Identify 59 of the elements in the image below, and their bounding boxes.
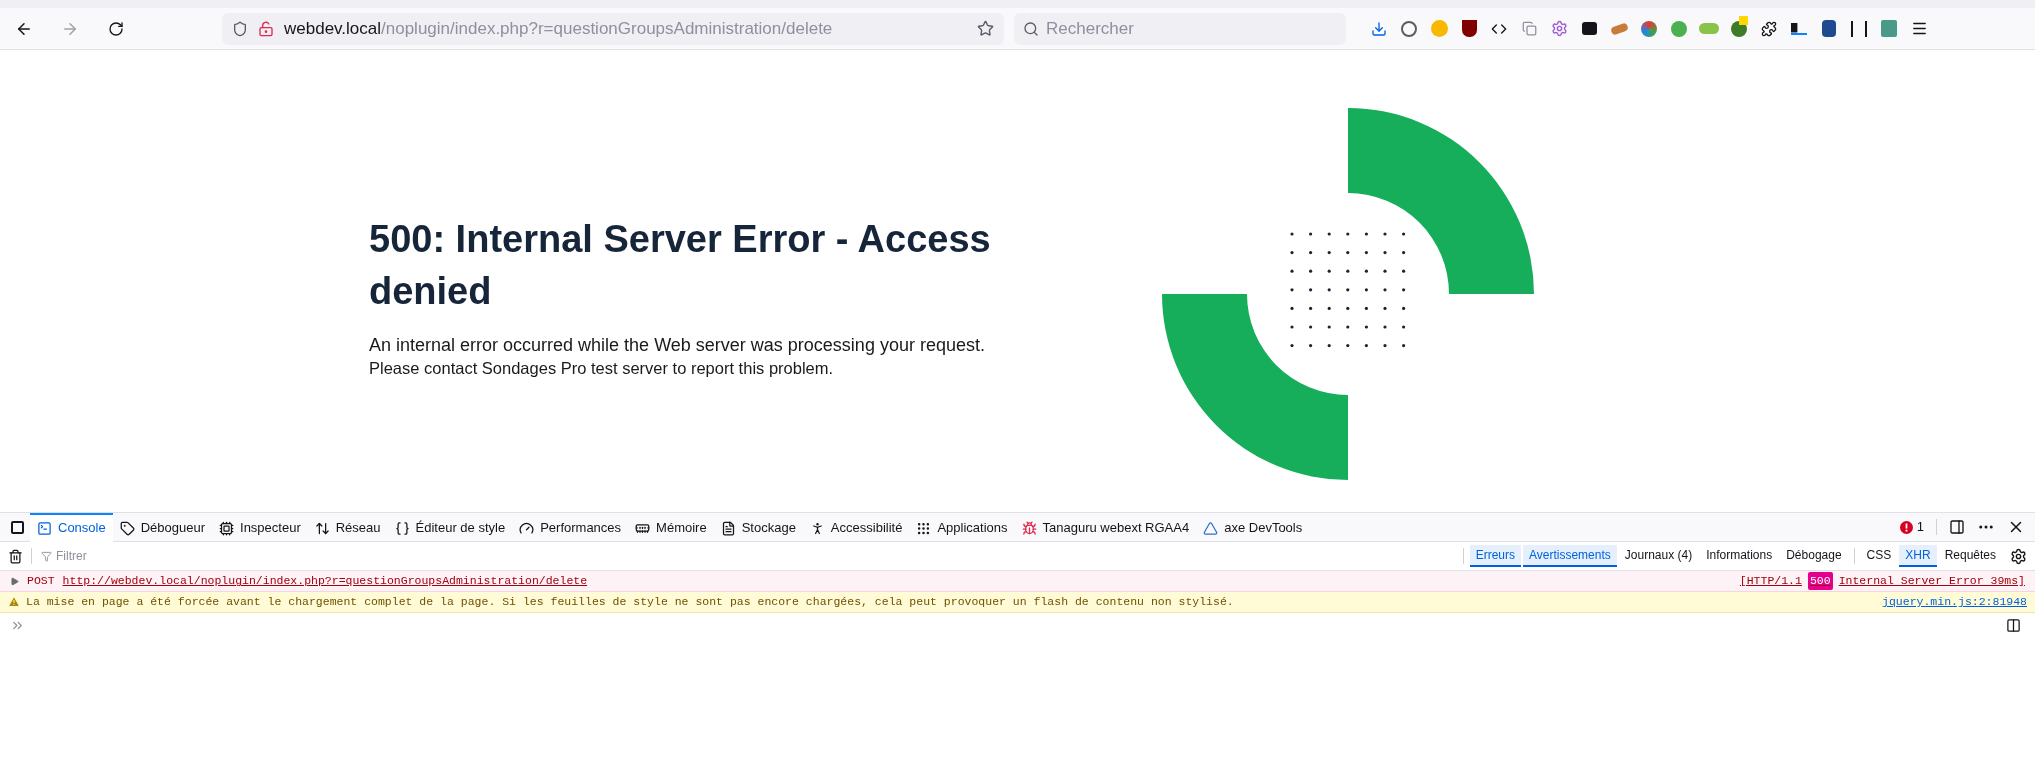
filter-icon xyxy=(41,551,52,562)
triangle-icon xyxy=(1203,520,1219,536)
status-code-badge: 500 xyxy=(1807,572,1833,590)
console-icon xyxy=(37,520,52,536)
grid-icon xyxy=(916,520,932,536)
dock-icon[interactable] xyxy=(1949,519,1965,535)
log-level-filter[interactable]: Erreurs xyxy=(1469,545,1521,567)
log-level-filter[interactable]: Informations xyxy=(1700,545,1779,567)
error-heading: 500: Internal Server Error - Access denied xyxy=(369,217,992,314)
devtools-tab[interactable]: Applications xyxy=(909,512,1015,542)
status-text: Internal Server Error 39ms] xyxy=(1838,573,2025,590)
console-error-row[interactable]: POST http://webdev.local/noplugin/index.php?r=questionGroupsAdministration/delete [HTTP/1.1 500 Internal Server Error 39ms] xyxy=(0,571,2035,592)
devtools-tab[interactable]: Console xyxy=(30,512,113,542)
settings-icon[interactable] xyxy=(2010,547,2027,565)
log-level-filter[interactable]: Journaux (4) xyxy=(1618,545,1699,567)
shield-icon xyxy=(232,20,248,37)
tag-icon xyxy=(119,520,135,536)
search-icon xyxy=(1023,20,1039,37)
warning-message: La mise en page a été forcée avant le chargement complet de la page. Si les feuilles de style ne sont pas encore chargées, cela peut provoquer un flash de contenu non stylisé. xyxy=(26,594,1234,611)
error-message: Please contact Sondages Pro test server to report this problem. xyxy=(369,358,835,379)
devtools-tab[interactable]: Accessibilité xyxy=(802,512,910,542)
error-message: An internal error occurred while the Web server was processing your request. xyxy=(369,334,986,357)
warning-icon xyxy=(8,596,20,608)
gauge-icon xyxy=(519,520,535,536)
search-field[interactable]: Rechercher xyxy=(1014,12,1346,45)
devtools-tab[interactable]: Stockage xyxy=(713,512,803,542)
devtools-tab[interactable]: Inspecteur xyxy=(212,512,308,542)
request-filter[interactable]: CSS xyxy=(1860,545,1898,567)
log-level-filter[interactable]: Avertissements xyxy=(1523,545,1617,567)
error-icon xyxy=(1899,520,1913,534)
bookmark-star-icon[interactable] xyxy=(977,20,994,37)
devtools-tab[interactable]: Performances xyxy=(512,512,629,542)
log-level-filter[interactable]: Débogage xyxy=(1780,545,1848,567)
devtools-tab[interactable]: Débogueur xyxy=(112,512,213,542)
insecure-lock-icon xyxy=(258,20,274,37)
filter-field[interactable]: Filtrer xyxy=(40,546,540,566)
devtools-tab[interactable]: axe DevTools xyxy=(1196,512,1310,542)
expand-arrow-icon[interactable] xyxy=(10,576,19,586)
chip-icon xyxy=(219,520,235,536)
url-text: webdev.local/noplugin/index.php?r=questionGroupsAdministration/delete xyxy=(284,17,833,40)
request-method: POST xyxy=(27,573,55,590)
address-bar[interactable]: webdev.local/noplugin/index.php?r=questionGroupsAdministration/delete xyxy=(222,12,1004,45)
braces-icon xyxy=(394,520,410,536)
request-url[interactable]: http://webdev.local/noplugin/index.php?r=questionGroupsAdministration/delete xyxy=(62,572,588,590)
request-filter[interactable]: XHR xyxy=(1899,545,1937,567)
bug-icon xyxy=(1021,520,1037,536)
devtools-tab[interactable]: Réseau xyxy=(307,512,388,542)
status-text: [HTTP/1.1 xyxy=(1739,573,1802,590)
arrows-icon xyxy=(314,520,330,536)
devtools-tab[interactable]: Mémoire xyxy=(628,512,714,542)
request-filter[interactable]: Requêtes xyxy=(1938,545,2002,567)
source-link[interactable]: jquery.min.js:2:81948 xyxy=(1882,593,2027,611)
devtools-tab[interactable]: Éditeur de style xyxy=(387,512,513,542)
editor-mode-icon[interactable] xyxy=(2006,617,2021,633)
document-icon xyxy=(720,520,736,536)
reload-icon[interactable] xyxy=(108,20,124,37)
error-count[interactable]: 1 xyxy=(1916,517,1924,537)
devtools-tab[interactable]: Tanaguru webext RGAA4 xyxy=(1014,512,1197,542)
clear-console-icon[interactable] xyxy=(8,548,23,564)
